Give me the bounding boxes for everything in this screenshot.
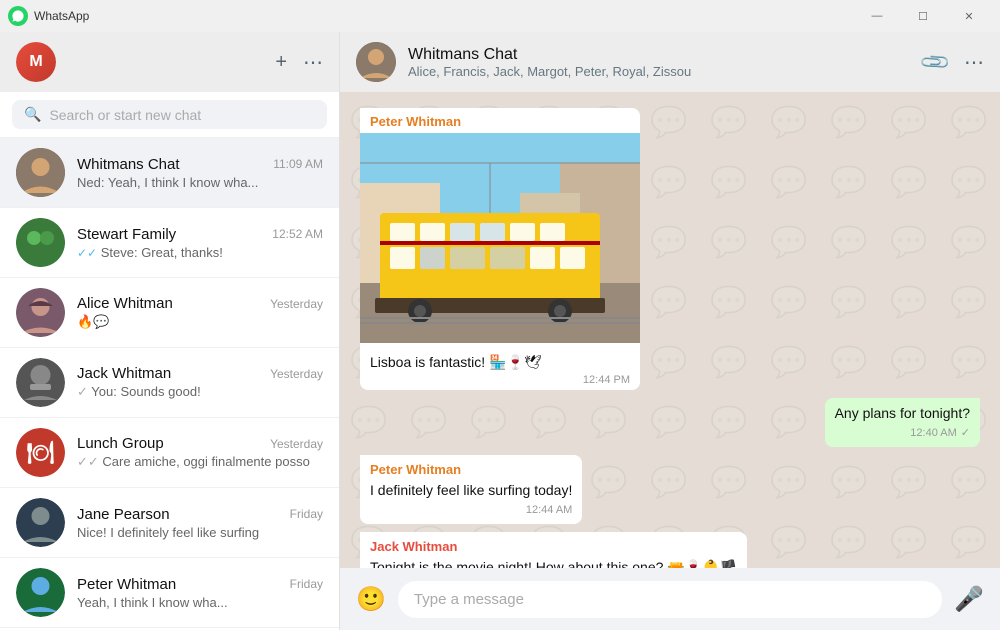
- search-input[interactable]: [49, 107, 315, 123]
- close-button[interactable]: ✕: [946, 0, 992, 32]
- msg-text-2: Any plans for tonight?: [835, 405, 970, 421]
- app-container: M + ⋯ 🔍: [0, 32, 1000, 630]
- attach-icon[interactable]: 📎: [918, 44, 953, 79]
- maximize-button[interactable]: ☐: [900, 0, 946, 32]
- titlebar: WhatsApp — ☐ ✕: [0, 0, 1000, 32]
- msg-sender-peter: Peter Whitman: [360, 108, 640, 131]
- message-outgoing-plans: Any plans for tonight? 12:40 AM ✓: [360, 398, 980, 447]
- chat-time-alice: Yesterday: [270, 297, 323, 311]
- chat-preview-stewart: ✓✓ Steve: Great, thanks!: [77, 245, 323, 260]
- chat-item-whitmans[interactable]: Whitmans Chat 11:09 AM Ned: Yeah, I thin…: [0, 138, 339, 208]
- chat-time-stewart: 12:52 AM: [272, 227, 323, 241]
- search-bar: 🔍: [0, 92, 339, 138]
- message-bubble-peter-surfing: Peter Whitman I definitely feel like sur…: [360, 455, 582, 524]
- window-controls: — ☐ ✕: [854, 0, 992, 32]
- chat-preview-jane: Nice! I definitely feel like surfing: [77, 525, 323, 540]
- app-title: WhatsApp: [34, 9, 854, 23]
- message-bubble-image: Peter Whitman: [360, 108, 640, 390]
- chat-name-peter: Peter Whitman: [77, 576, 176, 593]
- chat-header-members: Alice, Francis, Jack, Margot, Peter, Roy…: [408, 64, 911, 79]
- messages-area: Peter Whitman: [340, 92, 1000, 568]
- microphone-button[interactable]: 🎤: [954, 585, 984, 614]
- chat-info-lunch: Lunch Group Yesterday ✓✓ Care amiche, og…: [77, 435, 323, 470]
- chat-item-lunch[interactable]: 🍽 Lunch Group Yesterday ✓✓ Care amiche, …: [0, 418, 339, 488]
- new-chat-icon[interactable]: +: [275, 51, 287, 74]
- msg-time-3: 12:44 AM: [526, 503, 572, 518]
- chat-avatar-peter: [16, 568, 65, 617]
- right-panel: Whitmans Chat Alice, Francis, Jack, Marg…: [340, 32, 1000, 630]
- chat-info-alice: Alice Whitman Yesterday 🔥💬: [77, 295, 323, 330]
- message-bubble-jack-movie: Jack Whitman Tonight is the movie night!…: [360, 532, 747, 568]
- chat-menu-icon[interactable]: ⋯: [964, 50, 984, 75]
- left-panel: M + ⋯ 🔍: [0, 32, 340, 630]
- chat-list: Whitmans Chat 11:09 AM Ned: Yeah, I thin…: [0, 138, 339, 630]
- chat-avatar-jack: [16, 358, 65, 407]
- image-caption-text: Lisboa is fantastic! 🏪🍷🕊: [370, 354, 542, 370]
- message-peter-image: Peter Whitman: [360, 108, 980, 390]
- chat-name-alice: Alice Whitman: [77, 295, 173, 312]
- my-avatar[interactable]: M: [16, 42, 56, 82]
- left-header: M + ⋯: [0, 32, 339, 92]
- msg-sender-jack: Jack Whitman: [370, 538, 737, 556]
- chat-preview-alice: 🔥💬: [77, 314, 323, 330]
- msg-ticks-2: ✓: [961, 426, 970, 441]
- chat-item-jack[interactable]: Jack Whitman Yesterday ✓ You: Sounds goo…: [0, 348, 339, 418]
- chat-info-whitmans: Whitmans Chat 11:09 AM Ned: Yeah, I thin…: [77, 156, 323, 190]
- header-actions: + ⋯: [275, 50, 323, 75]
- chat-name-jane: Jane Pearson: [77, 506, 170, 523]
- chat-header-actions: 📎 ⋯: [923, 50, 984, 75]
- chat-item-jane[interactable]: Jane Pearson Friday Nice! I definitely f…: [0, 488, 339, 558]
- chat-name-stewart: Stewart Family: [77, 226, 176, 243]
- chat-time-jack: Yesterday: [270, 367, 323, 381]
- chat-header-name: Whitmans Chat: [408, 46, 911, 64]
- chat-avatar-jane: [16, 498, 65, 547]
- msg-meta-1: 12:44 PM: [370, 374, 630, 386]
- msg-meta-2: 12:40 AM ✓: [835, 426, 970, 441]
- chat-preview-whitmans: Ned: Yeah, I think I know wha...: [77, 175, 323, 190]
- chat-name-lunch: Lunch Group: [77, 435, 164, 452]
- chat-time-jane: Friday: [290, 507, 323, 521]
- message-input[interactable]: [398, 581, 942, 618]
- chat-header-avatar[interactable]: [356, 42, 396, 82]
- msg-sender-peter-2: Peter Whitman: [370, 461, 572, 479]
- app-icon: [8, 6, 28, 26]
- chat-name-whitmans: Whitmans Chat: [77, 156, 180, 173]
- chat-avatar-whitmans: [16, 148, 65, 197]
- search-wrapper: 🔍: [12, 100, 327, 129]
- chat-info-jack: Jack Whitman Yesterday ✓ You: Sounds goo…: [77, 365, 323, 400]
- image-caption-wrap: Lisboa is fantastic! 🏪🍷🕊 12:44 PM: [360, 348, 640, 390]
- chat-info-peter: Peter Whitman Friday Yeah, I think I kno…: [77, 576, 323, 610]
- message-bubble-outgoing: Any plans for tonight? 12:40 AM ✓: [825, 398, 980, 447]
- msg-time-1: 12:44 PM: [583, 374, 630, 386]
- chat-header-info[interactable]: Whitmans Chat Alice, Francis, Jack, Marg…: [408, 46, 911, 79]
- message-peter-surfing: Peter Whitman I definitely feel like sur…: [360, 455, 980, 524]
- chat-preview-peter: Yeah, I think I know wha...: [77, 595, 323, 610]
- msg-time-2: 12:40 AM: [910, 426, 956, 441]
- chat-item-alice[interactable]: Alice Whitman Yesterday 🔥💬: [0, 278, 339, 348]
- msg-meta-3: 12:44 AM: [370, 503, 572, 518]
- chat-time-lunch: Yesterday: [270, 437, 323, 451]
- chat-time-whitmans: 11:09 AM: [273, 157, 323, 171]
- emoji-button[interactable]: 🙂: [356, 585, 386, 614]
- chat-preview-lunch: ✓✓ Care amiche, oggi finalmente posso: [77, 454, 323, 470]
- chat-header: Whitmans Chat Alice, Francis, Jack, Marg…: [340, 32, 1000, 92]
- chat-info-stewart: Stewart Family 12:52 AM ✓✓ Steve: Great,…: [77, 226, 323, 260]
- search-icon: 🔍: [24, 106, 41, 123]
- input-bar: 🙂 🎤: [340, 568, 1000, 630]
- chat-time-peter: Friday: [290, 577, 323, 591]
- chat-preview-jack: ✓ You: Sounds good!: [77, 384, 323, 400]
- menu-icon[interactable]: ⋯: [303, 50, 323, 75]
- chat-avatar-alice: [16, 288, 65, 337]
- msg-text-4: Tonight is the movie night! How about th…: [370, 559, 737, 568]
- chat-avatar-stewart: [16, 218, 65, 267]
- chat-info-jane: Jane Pearson Friday Nice! I definitely f…: [77, 506, 323, 540]
- msg-text-3: I definitely feel like surfing today!: [370, 482, 572, 498]
- chat-avatar-lunch: 🍽: [16, 428, 65, 477]
- tram-image: [360, 133, 640, 343]
- chat-name-jack: Jack Whitman: [77, 365, 171, 382]
- chat-item-stewart[interactable]: Stewart Family 12:52 AM ✓✓ Steve: Great,…: [0, 208, 339, 278]
- message-jack-movie: Jack Whitman Tonight is the movie night!…: [360, 532, 980, 568]
- chat-item-peter[interactable]: Peter Whitman Friday Yeah, I think I kno…: [0, 558, 339, 628]
- minimize-button[interactable]: —: [854, 0, 900, 32]
